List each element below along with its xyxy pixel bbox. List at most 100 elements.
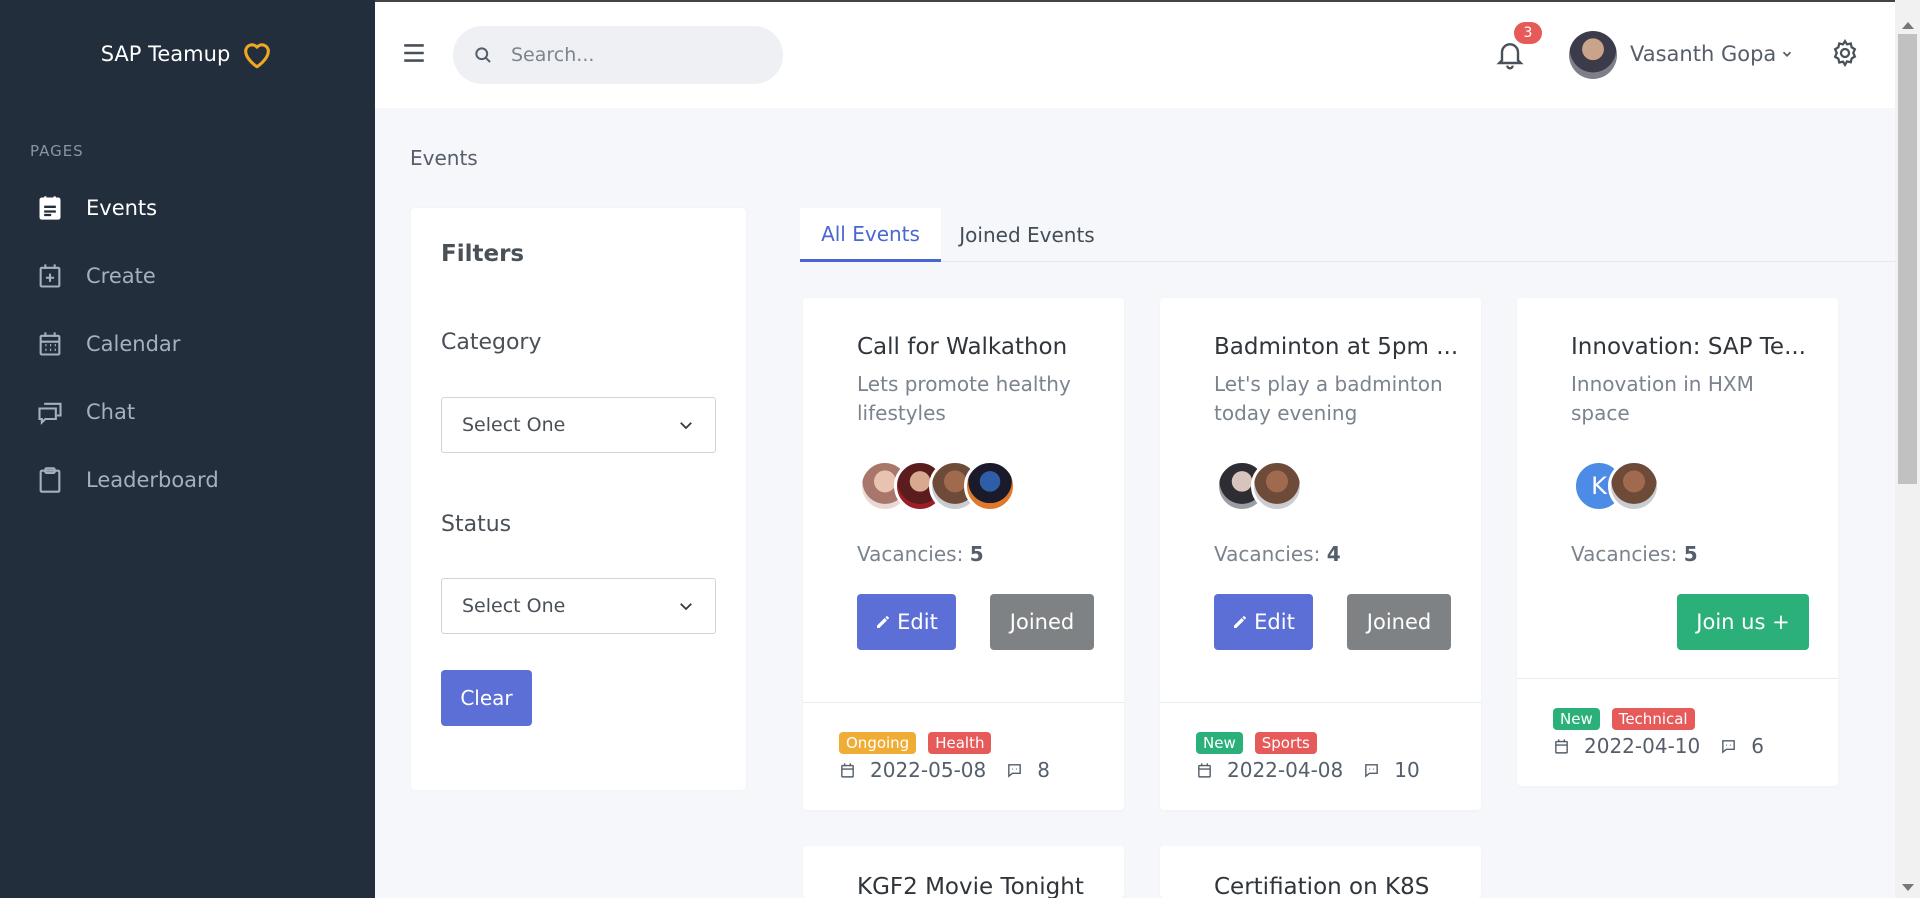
comment-count: 8 — [1037, 758, 1050, 782]
event-date: 2022-04-10 — [1584, 734, 1701, 758]
pencil-icon — [877, 616, 890, 628]
top-bar: 3 Vasanth Gopa — [375, 0, 1895, 108]
event-tags: New Technical — [1553, 708, 1695, 730]
event-title[interactable]: Badminton at 5pm ... — [1214, 334, 1464, 360]
vacancies-label: Vacancies: — [857, 542, 964, 566]
category-label: Category — [441, 330, 542, 355]
event-title[interactable]: Call for Walkathon — [857, 334, 1107, 360]
comment-count: 10 — [1394, 758, 1420, 782]
event-card[interactable]: Certifiation on K8S — [1160, 846, 1481, 898]
clipboard-icon — [36, 466, 64, 494]
event-card[interactable]: Call for Walkathon Lets promote healthy … — [803, 298, 1124, 810]
sidebar-item-label: Calendar — [86, 332, 181, 356]
category-select[interactable]: Select One — [441, 397, 716, 453]
breadcrumb: Events — [410, 146, 478, 170]
edit-button[interactable]: Edit — [857, 594, 956, 650]
calendar-icon — [36, 330, 64, 358]
joined-button[interactable]: Joined — [990, 594, 1094, 650]
user-menu[interactable]: Vasanth Gopa — [1630, 42, 1794, 66]
event-description: Let's play a badminton today evening — [1214, 372, 1443, 425]
hamburger-menu-icon[interactable] — [401, 40, 427, 66]
vacancies-label: Vacancies: — [1571, 542, 1678, 566]
event-description: Innovation in HXM space — [1571, 372, 1754, 425]
sidebar-item-events[interactable]: Events — [0, 174, 375, 242]
card-divider — [1160, 702, 1481, 703]
scroll-down-arrow[interactable] — [1902, 884, 1914, 891]
chevron-down-icon — [680, 422, 692, 430]
event-card[interactable]: Badminton at 5pm ... Let's play a badmin… — [1160, 298, 1481, 810]
event-title[interactable]: KGF2 Movie Tonight — [857, 874, 1107, 898]
pencil-icon — [1234, 616, 1247, 628]
participant-avatars — [1216, 460, 1303, 512]
category-badge: Sports — [1254, 732, 1317, 754]
filters-title: Filters — [441, 241, 525, 267]
sidebar-item-create[interactable]: Create — [0, 242, 375, 310]
sidebar-item-calendar[interactable]: Calendar — [0, 310, 375, 378]
create-icon — [36, 262, 64, 290]
event-meta: 2022-04-08 10 — [1196, 758, 1420, 782]
chevron-down-icon — [680, 603, 692, 611]
gear-icon[interactable] — [1830, 38, 1860, 68]
participant-avatar[interactable] — [1251, 460, 1303, 512]
sidebar-item-label: Events — [86, 196, 158, 220]
sidebar-item-label: Chat — [86, 400, 136, 424]
participant-avatar[interactable] — [964, 460, 1016, 512]
tab-joined-events[interactable]: Joined Events — [952, 208, 1102, 262]
event-card[interactable]: Innovation: SAP Te... Innovation in HXM … — [1517, 298, 1838, 786]
event-description: Lets promote healthy lifestyles — [857, 372, 1071, 425]
edit-label: Edit — [897, 610, 938, 634]
search-icon — [475, 47, 491, 63]
card-divider — [803, 702, 1124, 703]
vacancies-label: Vacancies: — [1214, 542, 1321, 566]
chevron-down-icon — [1783, 51, 1792, 57]
joined-button[interactable]: Joined — [1347, 594, 1451, 650]
status-select[interactable]: Select One — [441, 578, 716, 634]
vacancies: Vacancies: 5 — [857, 542, 984, 566]
clear-button[interactable]: Clear — [441, 670, 532, 726]
search-box[interactable] — [453, 26, 783, 84]
participant-avatar[interactable] — [1608, 460, 1660, 512]
vacancies-count: 4 — [1326, 542, 1341, 566]
event-card[interactable]: KGF2 Movie Tonight — [803, 846, 1124, 898]
events-icon — [36, 194, 64, 222]
participant-avatars — [859, 460, 1016, 512]
comment-icon — [1008, 763, 1022, 778]
brand[interactable]: SAP Teamup — [0, 0, 375, 108]
comment-count: 6 — [1751, 734, 1764, 758]
scrollbar-thumb[interactable] — [1898, 34, 1917, 484]
sidebar-item-chat[interactable]: Chat — [0, 378, 375, 446]
category-badge: Health — [928, 732, 992, 754]
vacancies: Vacancies: 5 — [1571, 542, 1698, 566]
event-tags: Ongoing Health — [839, 732, 992, 754]
comment-icon — [1722, 739, 1736, 754]
scroll-up-arrow[interactable] — [1902, 22, 1914, 29]
vacancies: Vacancies: 4 — [1214, 542, 1341, 566]
event-title[interactable]: Innovation: SAP Te... — [1571, 334, 1821, 360]
scrollbar[interactable] — [1895, 0, 1920, 898]
calendar-icon — [1198, 762, 1211, 778]
event-meta: 2022-05-08 8 — [839, 758, 1050, 782]
sidebar-item-leaderboard[interactable]: Leaderboard — [0, 446, 375, 514]
category-badge: Technical — [1611, 708, 1695, 730]
tab-all-events[interactable]: All Events — [800, 208, 941, 262]
edit-button[interactable]: Edit — [1214, 594, 1313, 650]
edit-label: Edit — [1254, 610, 1295, 634]
event-meta: 2022-04-10 6 — [1553, 734, 1764, 758]
calendar-icon — [841, 762, 854, 778]
sidebar: SAP Teamup PAGES Events Create Calendar … — [0, 0, 375, 898]
event-title[interactable]: Certifiation on K8S — [1214, 874, 1464, 898]
vacancies-count: 5 — [969, 542, 984, 566]
category-select-value: Select One — [462, 414, 566, 436]
comment-icon — [1365, 763, 1379, 778]
event-date: 2022-04-08 — [1227, 758, 1344, 782]
user-avatar[interactable] — [1569, 31, 1617, 79]
participant-avatars: K — [1573, 460, 1660, 512]
status-select-value: Select One — [462, 595, 566, 617]
heart-icon — [244, 43, 271, 69]
search-input[interactable] — [511, 44, 761, 66]
sidebar-section-header: PAGES — [30, 142, 84, 160]
status-badge: New — [1553, 708, 1600, 730]
status-badge: Ongoing — [839, 732, 917, 754]
filters-panel: Filters Category Select One Status Selec… — [411, 208, 746, 790]
join-button[interactable]: Join us + — [1677, 594, 1809, 650]
